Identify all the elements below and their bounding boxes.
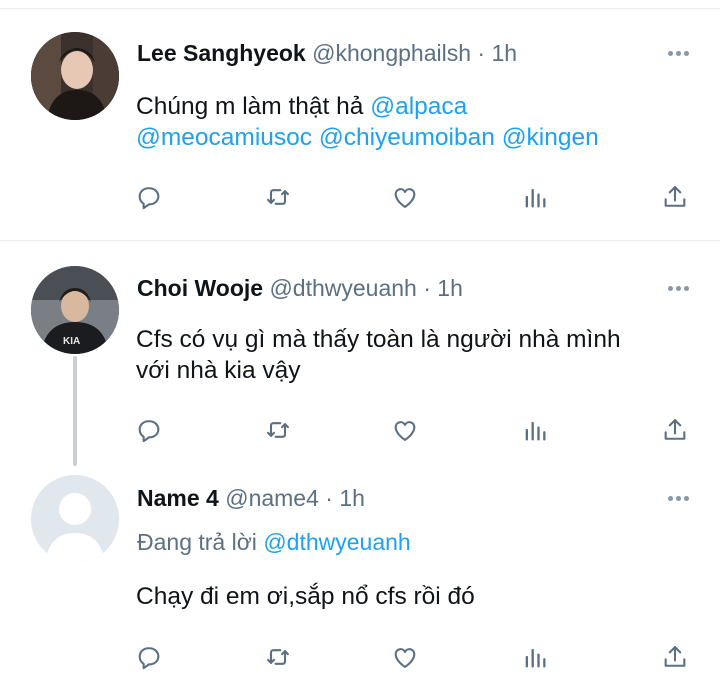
svg-text:KIA: KIA: [63, 336, 80, 347]
timestamp[interactable]: 1h: [437, 275, 463, 301]
mention-link[interactable]: @kingen: [502, 124, 599, 151]
more-options-icon[interactable]: [668, 51, 690, 57]
tweet-actions: [0, 180, 720, 214]
analytics-icon[interactable]: [518, 180, 552, 214]
separator-dot: ·: [477, 40, 486, 66]
retweet-icon[interactable]: [261, 640, 295, 674]
author-name[interactable]: Name 4: [137, 485, 219, 511]
avatar[interactable]: KIA: [31, 266, 119, 354]
author-name[interactable]: Lee Sanghyeok: [137, 40, 306, 66]
avatar[interactable]: [31, 475, 119, 563]
mention-link[interactable]: @chiyeumoiban: [319, 124, 495, 151]
reply-icon[interactable]: [132, 413, 166, 447]
tweet-text-line: Chúng m làm thật hả: [136, 93, 371, 120]
separator-dot: ·: [423, 275, 431, 301]
author-handle[interactable]: @dthwyeuanh: [269, 275, 416, 301]
mention-link[interactable]: @dthwyeuanh: [263, 529, 410, 555]
share-icon[interactable]: [658, 180, 692, 214]
tweet-text: Chạy đi em ơi,sắp nổ cfs rồi đó: [136, 581, 475, 612]
tweet-header: Name 4 @name4 · 1h: [137, 485, 365, 512]
reply-icon[interactable]: [132, 640, 166, 674]
author-name[interactable]: Choi Wooje: [137, 275, 263, 301]
like-icon[interactable]: [388, 640, 422, 674]
tweet-actions: [0, 640, 720, 674]
tweet-text: Cfs có vụ gì mà thấy toàn là người nhà m…: [136, 324, 621, 386]
tweet-header: Choi Wooje @dthwyeuanh · 1h: [137, 275, 463, 302]
replying-to: Đang trả lời @dthwyeuanh: [137, 529, 411, 556]
author-handle[interactable]: @name4: [225, 485, 319, 511]
analytics-icon[interactable]: [518, 413, 552, 447]
tweet-actions: [0, 413, 720, 447]
reply-icon[interactable]: [132, 180, 166, 214]
timestamp[interactable]: 1h: [339, 485, 365, 511]
separator-dot: ·: [325, 485, 333, 511]
retweet-icon[interactable]: [261, 180, 295, 214]
retweet-icon[interactable]: [261, 413, 295, 447]
analytics-icon[interactable]: [518, 640, 552, 674]
avatar[interactable]: [31, 32, 119, 120]
replying-to-label: Đang trả lời: [137, 529, 264, 555]
default-profile-avatar-icon: [31, 475, 119, 563]
user-photo-avatar-icon: KIA: [31, 266, 119, 354]
mention-link[interactable]: @meocamiusoc: [136, 124, 312, 151]
top-divider: [0, 8, 720, 9]
tweet-header: Lee Sanghyeok @khongphailsh · 1h: [137, 40, 517, 67]
tweet-divider: [0, 240, 720, 241]
timestamp[interactable]: 1h: [491, 40, 517, 66]
like-icon[interactable]: [388, 413, 422, 447]
author-handle[interactable]: @khongphailsh: [312, 40, 471, 66]
tweet-text: Chúng m làm thật hả @alpaca @meocamiusoc…: [136, 91, 599, 153]
mention-link[interactable]: @alpaca: [370, 93, 467, 120]
share-icon[interactable]: [658, 413, 692, 447]
tweet-text-line: Chạy đi em ơi,sắp nổ cfs rồi đó: [136, 583, 475, 610]
share-icon[interactable]: [658, 640, 692, 674]
more-options-icon[interactable]: [668, 286, 690, 292]
thread-connector: [73, 356, 77, 466]
tweet-text-line: với nhà kia vậy: [136, 357, 301, 384]
tweet-text-line: Cfs có vụ gì mà thấy toàn là người nhà m…: [136, 326, 621, 353]
user-photo-avatar-icon: [31, 32, 119, 120]
more-options-icon[interactable]: [668, 496, 690, 502]
like-icon[interactable]: [388, 180, 422, 214]
